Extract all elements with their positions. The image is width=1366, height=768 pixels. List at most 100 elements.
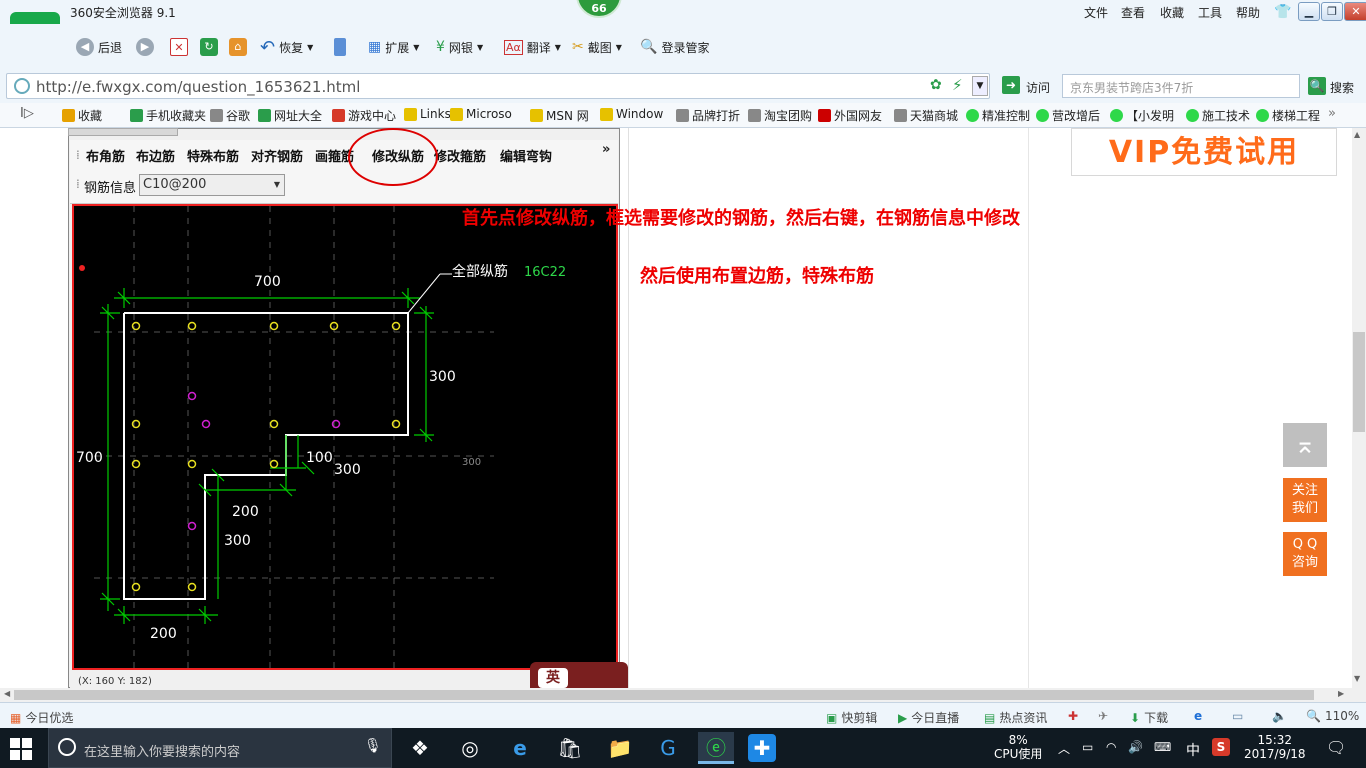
menu-help[interactable]: 帮助 — [1236, 4, 1260, 21]
app-tool-button[interactable]: 布角筋 — [86, 146, 125, 165]
favorite-item[interactable]: 楼梯工程 — [1256, 107, 1320, 124]
tray-expand-icon[interactable]: ︿ — [1058, 740, 1070, 757]
search-button[interactable]: 搜索 — [1330, 79, 1354, 96]
favorite-item[interactable]: 淘宝团购 — [748, 107, 812, 124]
game-icon[interactable]: 英 — [538, 668, 568, 688]
mobile-button[interactable] — [334, 38, 346, 56]
notification-icon[interactable]: 🗨 — [1326, 738, 1346, 757]
rebar-info-select[interactable]: C10@200 ▼ — [139, 174, 285, 196]
refresh-button[interactable]: ↻ — [200, 38, 218, 56]
window-icon[interactable]: ▭ — [1232, 709, 1243, 723]
favorite-item[interactable]: 手机收藏夹 — [130, 107, 206, 124]
skin-icon[interactable]: 👕 — [1274, 4, 1291, 20]
vertical-scroll-thumb[interactable] — [1353, 332, 1365, 432]
sogou-icon[interactable]: S — [1212, 738, 1230, 756]
file-explorer-icon[interactable]: 📁 — [602, 732, 638, 764]
favorite-item[interactable]: Window — [600, 107, 663, 121]
task-view-icon[interactable]: ❖ — [402, 732, 438, 764]
cpu-usage[interactable]: 8% CPU使用 — [994, 733, 1042, 761]
favorite-item[interactable]: 品牌打折 — [676, 107, 740, 124]
favorite-item[interactable]: 施工技术 — [1186, 107, 1250, 124]
horizontal-scroll-thumb[interactable] — [14, 690, 1314, 700]
menu-view[interactable]: 查看 — [1121, 4, 1145, 21]
sidebar-toggle-icon[interactable]: I▷ — [20, 106, 34, 121]
app-g-icon[interactable]: G — [650, 732, 686, 764]
windows-start-icon[interactable] — [10, 738, 32, 760]
microphone-icon[interactable]: 🎙 — [364, 738, 382, 754]
more-favorites-icon[interactable]: » — [1328, 106, 1336, 121]
favorite-item[interactable]: Links — [404, 107, 451, 121]
edge-icon[interactable]: e — [502, 732, 538, 764]
clock[interactable]: 15:32 2017/9/18 — [1244, 733, 1306, 761]
quick-clip[interactable]: ▣ 快剪辑 — [826, 709, 877, 726]
app-tool-button[interactable]: 对齐钢筋 — [251, 146, 303, 165]
search-input[interactable]: 京东男装节跨店3件7折 — [1070, 79, 1193, 96]
maximize-button[interactable]: ❐ — [1321, 2, 1343, 21]
screenshot-button[interactable]: ✂ 截图 ▼ — [572, 38, 622, 56]
menu-file[interactable]: 文件 — [1084, 4, 1108, 21]
store-icon[interactable]: 🛍 — [552, 732, 588, 764]
battery-icon[interactable]: ▭ — [1082, 740, 1093, 754]
translate-button[interactable]: Aα 翻译 ▼ — [504, 38, 561, 56]
app-spiral-icon[interactable]: ◎ — [452, 732, 488, 764]
scroll-left-icon[interactable]: ◀ — [4, 689, 10, 698]
app-tool-button[interactable]: 布边筋 — [136, 146, 175, 165]
back-to-top-icon[interactable]: ⌅ — [1283, 423, 1327, 467]
qq-consult-button[interactable]: Q Q 咨询 — [1283, 532, 1327, 576]
ie-icon[interactable]: e — [1194, 709, 1202, 723]
app-tool-button[interactable]: 修改箍筋 — [434, 146, 486, 165]
ime-indicator[interactable]: 中 — [1186, 740, 1200, 760]
keyboard-icon[interactable]: ⌨ — [1154, 740, 1171, 754]
volume-icon[interactable]: 🔈 — [1272, 709, 1287, 723]
browser-360-task-icon[interactable]: ⓔ — [698, 732, 734, 764]
stop-button[interactable]: ✕ — [170, 38, 188, 56]
today-picks[interactable]: ▦ 今日优选 — [10, 709, 73, 726]
favorite-item[interactable]: 游戏中心 — [332, 107, 396, 124]
restore-button[interactable]: ↶ 恢复 ▼ — [260, 37, 313, 58]
minimize-button[interactable]: ▁ — [1298, 2, 1320, 21]
search-icon[interactable]: 🔍 — [1308, 77, 1326, 95]
medical-icon[interactable]: ✚ — [1068, 709, 1078, 723]
favorite-item[interactable]: 外国网友 — [818, 107, 882, 124]
url-dropdown-icon[interactable]: ▼ — [972, 76, 988, 96]
favorite-item[interactable]: 网址大全 — [258, 107, 322, 124]
url-text[interactable]: http://e.fwxgx.com/question_1653621.html — [36, 78, 360, 96]
app-tool-button[interactable]: 编辑弯钩 — [500, 146, 552, 165]
extend-button[interactable]: ▦ 扩展 ▼ — [368, 38, 419, 56]
hot-news[interactable]: ▤ 热点资讯 — [984, 709, 1047, 726]
login-manager-button[interactable]: 🔍 登录管家 — [640, 38, 709, 56]
favorite-item[interactable]: 精准控制 — [966, 107, 1030, 124]
tools-icon[interactable]: ✈ — [1098, 709, 1108, 723]
taskbar-search-input[interactable]: 在这里输入你要搜索的内容 — [84, 741, 240, 760]
zoom-control[interactable]: 🔍 110% — [1306, 709, 1359, 723]
menu-tools[interactable]: 工具 — [1198, 4, 1222, 21]
speed-mode-icon[interactable]: ⚡ — [952, 76, 963, 94]
back-button[interactable]: ◀ 后退 — [76, 38, 122, 56]
follow-us-button[interactable]: 关注 我们 — [1283, 478, 1327, 522]
close-button[interactable]: ✕ — [1344, 2, 1366, 21]
menu-favorites[interactable]: 收藏 — [1160, 4, 1184, 21]
speaker-icon[interactable]: 🔊 — [1128, 740, 1143, 754]
favorite-item[interactable]: 收藏 — [62, 107, 102, 124]
favorite-item[interactable]: 【小发明 — [1110, 107, 1174, 124]
vip-banner[interactable]: VIP免费试用 — [1071, 128, 1337, 176]
go-arrow-icon[interactable]: ➜ — [1002, 76, 1020, 94]
scroll-right-icon[interactable]: ▶ — [1338, 689, 1344, 698]
favorite-item[interactable]: Microso — [450, 107, 512, 121]
download-button[interactable]: ⬇ 下载 — [1130, 709, 1168, 726]
today-live[interactable]: ▶ 今日直播 — [898, 709, 959, 726]
favorite-item[interactable]: MSN 网 — [530, 107, 589, 124]
security-icon[interactable]: ✿ — [930, 77, 942, 93]
forward-button[interactable]: ▶ — [136, 38, 154, 56]
favorite-item[interactable]: 天猫商城 — [894, 107, 958, 124]
favorite-item[interactable]: 谷歌 — [210, 107, 250, 124]
visit-button[interactable]: 访问 — [1026, 79, 1050, 96]
app-blue-icon[interactable]: ✚ — [748, 734, 776, 762]
wifi-icon[interactable]: ◠ — [1106, 740, 1116, 754]
scroll-down-icon[interactable]: ▼ — [1354, 674, 1360, 683]
favorite-item[interactable]: 营改增后 — [1036, 107, 1100, 124]
home-button[interactable]: ⌂ — [229, 38, 247, 56]
app-tool-button[interactable]: 特殊布筋 — [187, 146, 239, 165]
netbank-button[interactable]: ¥ 网银 ▼ — [436, 38, 483, 56]
toolbar-overflow-icon[interactable]: » — [602, 142, 610, 157]
